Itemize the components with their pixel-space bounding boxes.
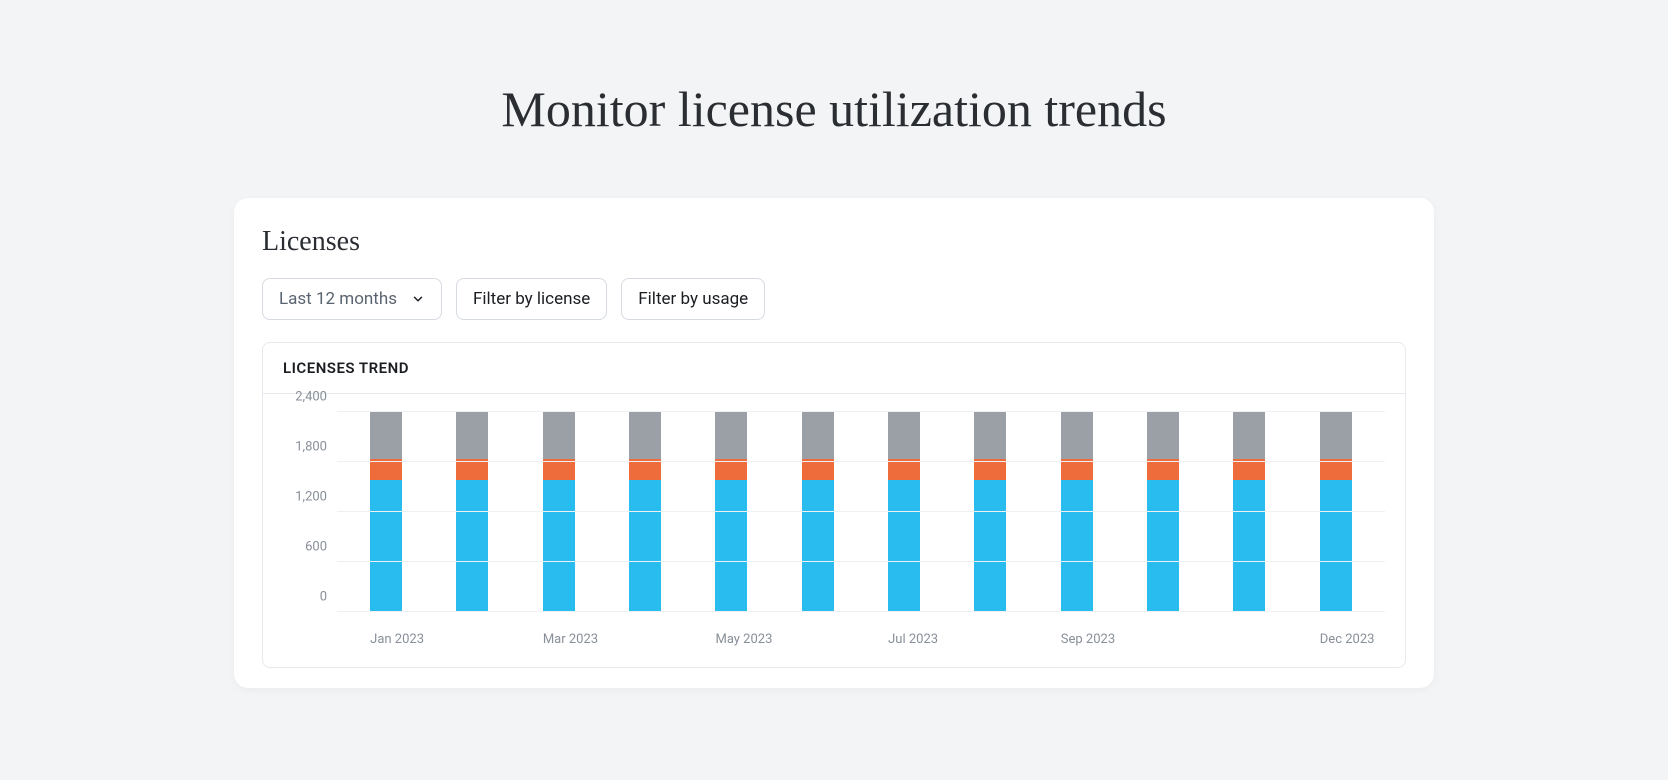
y-tick-label: 2,400 [295, 390, 327, 405]
x-tick-label: Sep 2023 [1061, 632, 1093, 647]
gridline [337, 561, 1385, 562]
bar[interactable] [888, 412, 920, 612]
x-tick-label [802, 632, 834, 647]
bar[interactable] [456, 412, 488, 612]
y-tick-label: 1,800 [295, 440, 327, 455]
bar[interactable] [1233, 412, 1265, 612]
y-tick-label: 600 [305, 540, 327, 555]
bar-segment [1147, 412, 1179, 459]
bar-segment [1061, 412, 1093, 459]
bar-segment [1320, 480, 1352, 612]
x-tick-label: Jul 2023 [888, 632, 920, 647]
bar-segment [802, 480, 834, 612]
filter-by-usage-button[interactable]: Filter by usage [621, 278, 765, 320]
x-tick-label [629, 632, 661, 647]
y-axis: 06001,2001,8002,400 [283, 412, 337, 612]
bar[interactable] [543, 412, 575, 612]
plot-area: 06001,2001,8002,400 [283, 412, 1385, 612]
x-tick-label [1147, 632, 1179, 647]
page-background: Monitor license utilization trends Licen… [0, 0, 1668, 780]
bar[interactable] [629, 412, 661, 612]
x-axis-row: Jan 2023 Mar 2023 May 2023 Jul 2023 Sep 2023… [337, 632, 1385, 647]
filter-by-license-button[interactable]: Filter by license [456, 278, 607, 320]
date-range-label: Last 12 months [279, 289, 397, 309]
bar[interactable] [1061, 412, 1093, 612]
bar-segment [370, 480, 402, 612]
bar-segment [543, 412, 575, 459]
bar-segment [888, 412, 920, 459]
bars-region [337, 412, 1385, 612]
chart-panel-title: LICENSES TREND [263, 343, 1405, 394]
bar-segment [888, 480, 920, 612]
date-range-select[interactable]: Last 12 months [262, 278, 442, 320]
bar-segment [1320, 412, 1352, 459]
chart-body: 06001,2001,8002,400 Jan 2023Mar 2023May … [263, 394, 1405, 667]
gridline [337, 411, 1385, 412]
bar[interactable] [715, 412, 747, 612]
filter-license-label: Filter by license [473, 289, 590, 309]
bar-segment [629, 480, 661, 612]
gridline [337, 611, 1385, 612]
bar-segment [456, 480, 488, 612]
bar[interactable] [974, 412, 1006, 612]
bar-segment [1061, 480, 1093, 612]
x-tick-label: Jan 2023 [370, 632, 402, 647]
bar-segment [974, 412, 1006, 459]
page-title: Monitor license utilization trends [0, 80, 1668, 138]
y-tick-label: 1,200 [295, 490, 327, 505]
bar-segment [543, 480, 575, 612]
bar-segment [456, 412, 488, 459]
x-axis: Jan 2023 Mar 2023 May 2023 Jul 2023 Sep 2023… [337, 632, 1385, 647]
chevron-down-icon [411, 292, 425, 306]
filter-usage-label: Filter by usage [638, 289, 748, 309]
y-tick-label: 0 [320, 590, 327, 605]
bar-segment [629, 412, 661, 459]
x-tick-label: May 2023 [715, 632, 747, 647]
bar[interactable] [1147, 412, 1179, 612]
bar-segment [1233, 480, 1265, 612]
bar-segment [370, 412, 402, 459]
bar[interactable] [1320, 412, 1352, 612]
x-tick-label: Mar 2023 [543, 632, 575, 647]
bar-segment [1233, 412, 1265, 459]
x-tick-label [456, 632, 488, 647]
gridline [337, 461, 1385, 462]
bar[interactable] [802, 412, 834, 612]
x-tick-label [1233, 632, 1265, 647]
filter-bar: Last 12 months Filter by license Filter … [262, 278, 1406, 320]
bar-segment [715, 480, 747, 612]
bar-segment [715, 412, 747, 459]
chart-panel: LICENSES TREND 0 600 1,200 1,800 2,400 Jan 2… [262, 342, 1406, 668]
gridline [337, 511, 1385, 512]
x-tick-label [974, 632, 1006, 647]
bar[interactable] [370, 412, 402, 612]
x-tick-label: Dec 2023 [1320, 632, 1352, 647]
licenses-card: Licenses Last 12 months Filter by licens… [234, 198, 1434, 688]
bars-row [337, 412, 1385, 612]
bar-segment [1147, 480, 1179, 612]
bar-segment [802, 412, 834, 459]
bar-segment [974, 480, 1006, 612]
card-title: Licenses [262, 226, 1406, 258]
